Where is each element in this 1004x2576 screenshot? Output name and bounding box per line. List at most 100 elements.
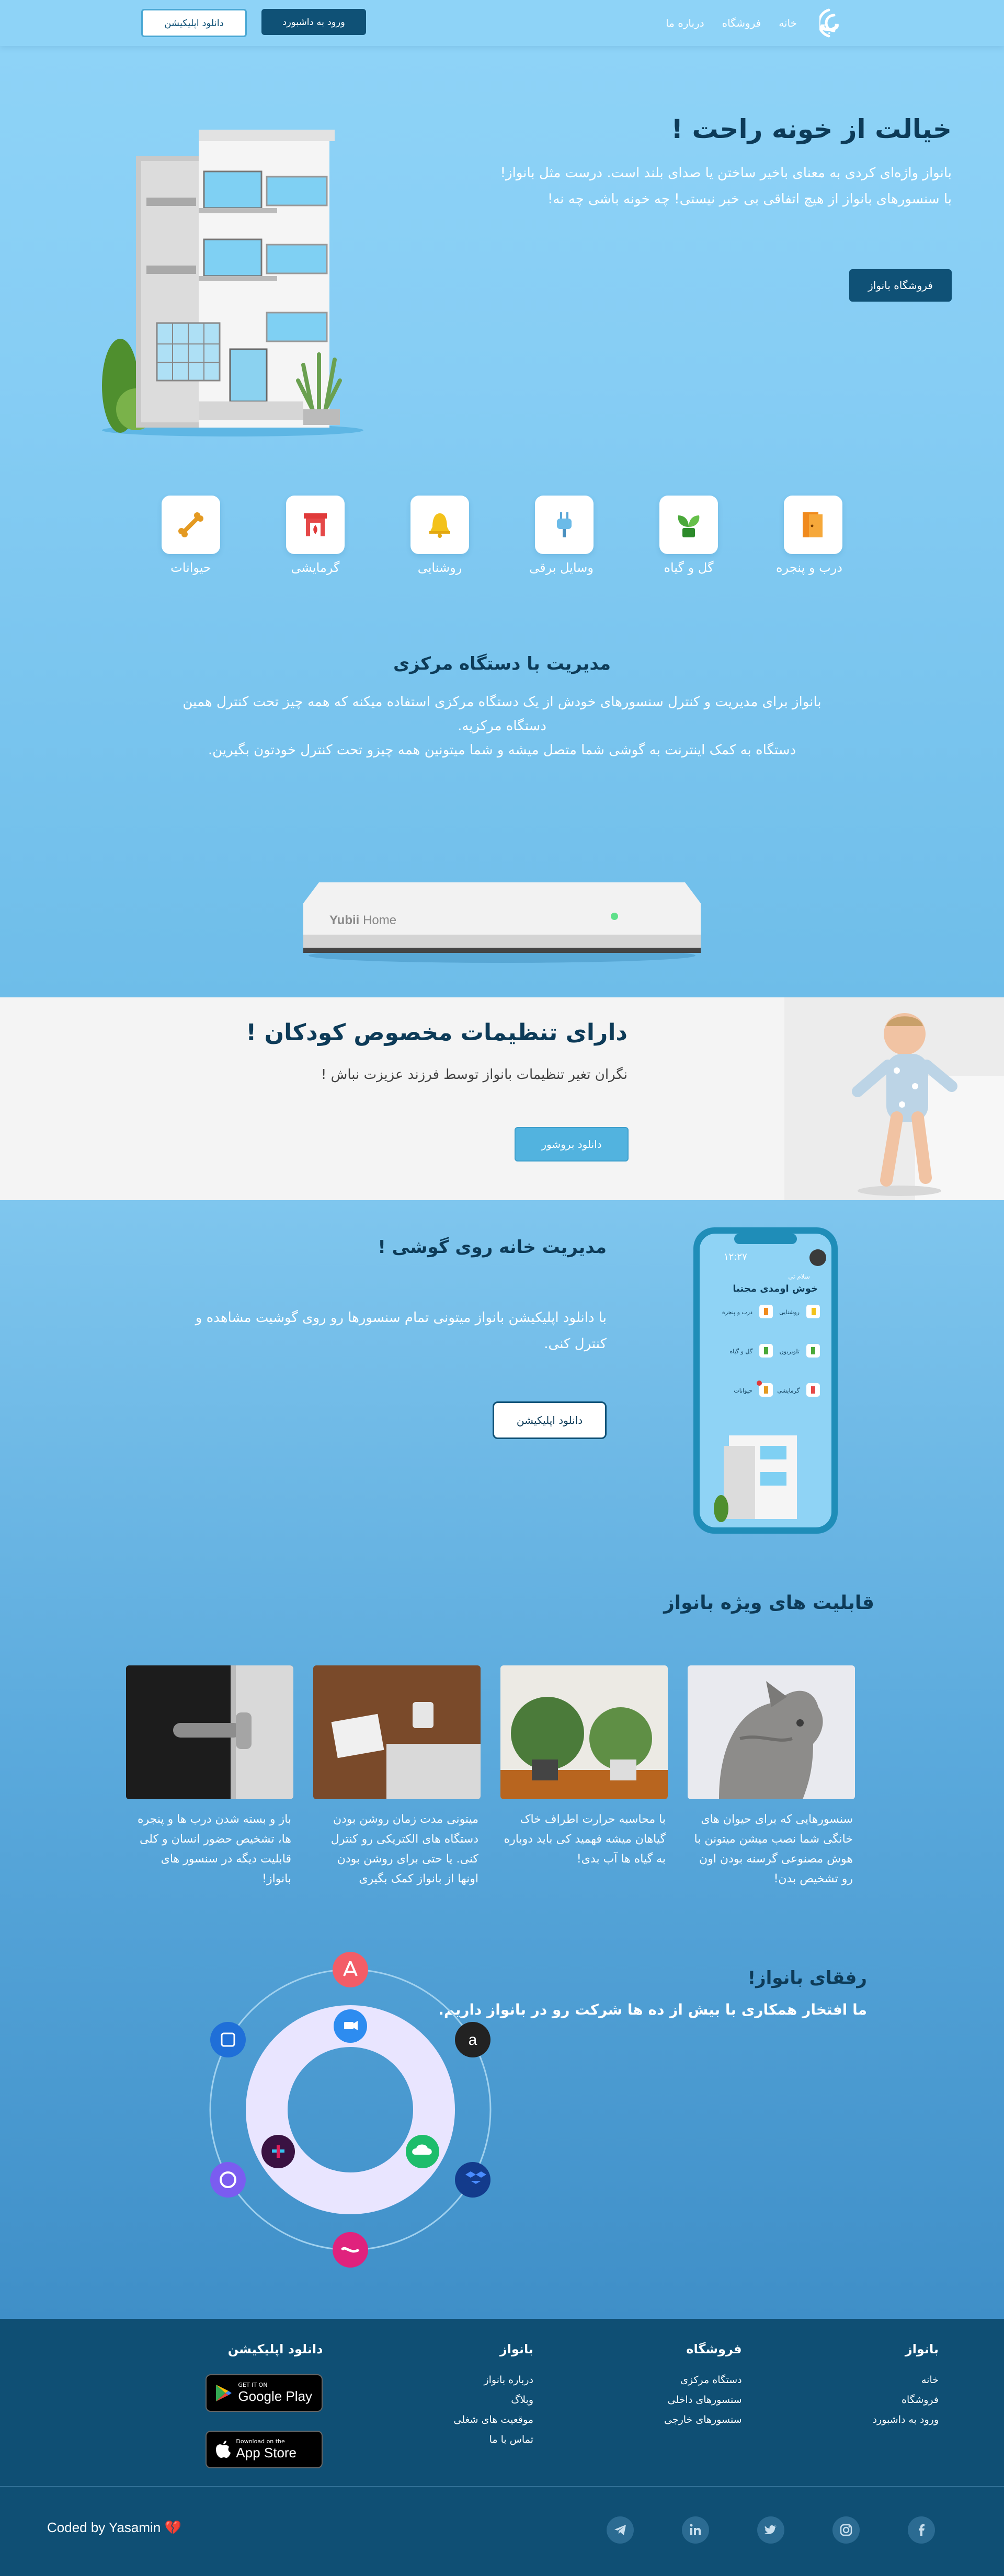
intercom-icon[interactable]	[210, 2022, 246, 2057]
kids-section: دارای تنظیمات مخصوص کودکان ! نگران تغیر …	[0, 997, 1004, 1200]
bell-lamp-icon	[429, 513, 450, 538]
feature-cards: سنسورهایی که برای حیوان های خانگی شما نص…	[126, 1665, 855, 1889]
lastfm-icon[interactable]	[333, 2232, 368, 2268]
footer-link-blog[interactable]: وبلاگ	[453, 2394, 533, 2406]
nav-right: ب خانه فروشگاه درباره ما	[666, 2, 863, 44]
kids-desc: نگران تغیر تنظیمات بانواز توسط فرزند عزی…	[321, 1067, 628, 1083]
door-handle-photo	[126, 1665, 293, 1799]
central-hub-device: Yubii Home	[303, 882, 701, 963]
top-section: خیالت از خونه راحت ! بانواز واژه‌ای کردی…	[0, 46, 1004, 997]
feature-text: باز و بسته شدن درب ها و پنجره ها، تشخیص …	[137, 1813, 291, 1885]
nav-link-home[interactable]: خانه	[779, 17, 797, 29]
instagram-icon[interactable]	[832, 2516, 860, 2544]
bone-icon	[178, 512, 203, 537]
footer-link-dashboard[interactable]: ورود به داشبورد	[873, 2414, 939, 2425]
svg-text:Yubii Ho: Yubii Home	[329, 913, 396, 927]
twitter-icon[interactable]	[757, 2516, 784, 2544]
footer-col-title: بانواز	[499, 2342, 533, 2356]
house-illustration	[102, 130, 363, 436]
social-links	[607, 2516, 935, 2544]
app-store-badge[interactable]: Download on the App Store	[206, 2431, 323, 2468]
footer-divider	[0, 2486, 1004, 2487]
partners-orbit: a	[209, 1952, 492, 2268]
hero-title: خیالت از خونه راحت !	[671, 114, 952, 144]
footer-link-jobs[interactable]: موقعیت های شغلی	[453, 2414, 533, 2425]
partners-section: رفقای بانواز! ما افتخار همکاری با بیش از…	[0, 1942, 1004, 2319]
badge-big-text: Google Play	[238, 2388, 313, 2404]
google-play-badge[interactable]: GET IT ON Google Play	[206, 2374, 323, 2412]
central-desc-line1: بانواز برای مدیریت و کنترل سنسورهای خودش…	[182, 694, 822, 710]
amazon-icon[interactable]: a	[455, 2022, 490, 2057]
mobile-app-section: مدیریت خانه روی گوشی ! با دانلود اپلیکیش…	[0, 1200, 1004, 1566]
footer-col-title: بانواز	[905, 2342, 939, 2356]
category-plant[interactable]: گل و گیاه	[659, 496, 718, 600]
feature-card-electric: میتونی مدت زمان روشن بودن دستگاه های الک…	[313, 1665, 481, 1889]
top-navbar: ب خانه فروشگاه درباره ما ورود به داشبورد…	[0, 0, 1004, 46]
feature-text: میتونی مدت زمان روشن بودن دستگاه های الک…	[330, 1813, 478, 1885]
partners-desc: ما افتخار همکاری با بیش از ده ها شرکت رو…	[438, 2001, 867, 2018]
svg-text:خوش اومدی مجتبا: خوش اومدی مجتبا	[733, 1283, 818, 1294]
svg-text:۱۲:۲۷: ۱۲:۲۷	[724, 1251, 747, 1262]
shop-button[interactable]: فروشگاه بانواز	[849, 269, 952, 302]
mobile-text: مدیریت خانه روی گوشی ! با دانلود اپلیکیش…	[136, 1237, 607, 1357]
svg-text:گرمایشی: گرمایشی	[777, 1387, 800, 1394]
footer-link-central-device[interactable]: دستگاه مرکزی	[664, 2374, 741, 2386]
category-door-window[interactable]: درب و پنجره	[776, 496, 842, 600]
phone-mockup: ۱۲:۲۷ سلام تی خوش اومدی مجتبا روشنایی در…	[693, 1227, 838, 1534]
features-title: قابلیت های ویژه بانواز	[664, 1592, 874, 1614]
hero-desc-line2: با سنسورهای بانواز از هیچ اتفاقی بی خبر …	[547, 191, 952, 207]
logo-icon: ب	[819, 8, 840, 38]
category-pets[interactable]: حیوانات	[162, 496, 220, 600]
slack-icon[interactable]	[261, 2135, 295, 2168]
nav-link-about[interactable]: درباره ما	[666, 17, 704, 29]
facebook-icon[interactable]	[908, 2516, 935, 2544]
category-electric[interactable]: وسایل برقی	[529, 496, 594, 600]
linkedin-icon[interactable]	[682, 2516, 709, 2544]
mobile-desc-line1: با دانلود اپلیکیشن بانواز میتونی تمام سن…	[195, 1310, 607, 1326]
footer-col-download: دانلود اپلیکیشن GET IT ON Google Play Do…	[206, 2342, 323, 2487]
feature-card-plants: با محاسبه حرارت اطراف خاک گیاهان میشه فه…	[500, 1665, 668, 1889]
category-label: گل و گیاه	[664, 560, 714, 575]
central-device-section: مدیریت با دستگاه مرکزی بانواز برای مدیری…	[0, 600, 1004, 997]
category-label: حیوانات	[170, 560, 211, 575]
apple-icon	[216, 2441, 231, 2458]
kids-text: دارای تنظیمات مخصوص کودکان ! نگران تغیر …	[209, 1019, 628, 1083]
category-label: وسایل برقی	[529, 560, 594, 575]
video-icon[interactable]	[334, 2009, 367, 2043]
footer-link-home[interactable]: خانه	[873, 2374, 939, 2386]
footer-columns: بانواز خانه فروشگاه ورود به داشبورد فروش…	[206, 2342, 939, 2487]
svg-text:حیوانات: حیوانات	[734, 1387, 752, 1394]
feature-text: با محاسبه حرارت اطراف خاک گیاهان میشه فه…	[504, 1813, 666, 1866]
hero-desc-line1: بانواز واژه‌ای کردی به معنای باخیر ساختن…	[500, 165, 952, 181]
download-app-button[interactable]: دانلود اپلیکیشن	[493, 1401, 607, 1439]
footer-link-about[interactable]: درباره بانواز	[453, 2374, 533, 2386]
badge-small-text: Download on the	[236, 2438, 285, 2445]
footer-link-outdoor-sensors[interactable]: سنسورهای خارجی	[664, 2414, 742, 2425]
footer-col-shop: فروشگاه دستگاه مرکزی سنسورهای داخلی سنسو…	[664, 2342, 742, 2487]
nav-links: خانه فروشگاه درباره ما	[666, 17, 797, 29]
footer-link-shop[interactable]: فروشگاه	[873, 2394, 939, 2406]
plants-photo	[500, 1665, 668, 1799]
site-footer: بانواز خانه فروشگاه ورود به داشبورد فروش…	[0, 2319, 1004, 2576]
central-desc-line2: دستگاه مرکزیه.	[458, 718, 546, 734]
airbnb-icon[interactable]	[333, 1952, 368, 1987]
svg-text:روشنایی: روشنایی	[779, 1309, 800, 1316]
credit-text: Coded by Yasamin 💔	[47, 2520, 181, 2535]
download-app-nav-button[interactable]: دانلود اپلیکیشن	[141, 9, 247, 37]
feature-card-door: باز و بسته شدن درب ها و پنجره ها، تشخیص …	[126, 1665, 293, 1889]
download-brochure-button[interactable]: دانلود بروشور	[515, 1127, 629, 1162]
category-heating[interactable]: گرمایشی	[286, 496, 345, 600]
badge-small-text: GET IT ON	[238, 2382, 268, 2388]
footer-link-indoor-sensors[interactable]: سنسورهای داخلی	[664, 2394, 742, 2406]
banavaz-logo[interactable]: ب	[818, 2, 863, 44]
svg-text:درب و پنجره: درب و پنجره	[722, 1309, 752, 1316]
badge-big-text: App Store	[236, 2445, 297, 2460]
category-lighting[interactable]: روشنایی	[410, 496, 469, 600]
nav-link-shop[interactable]: فروشگاه	[722, 17, 761, 29]
dashboard-login-button[interactable]: ورود به داشبورد	[261, 9, 366, 35]
partners-text: رفقای بانواز! ما افتخار همکاری با بیش از…	[438, 1968, 867, 2018]
dropbox-icon[interactable]	[455, 2162, 490, 2198]
cloud-upload-icon[interactable]	[406, 2135, 439, 2168]
telegram-icon[interactable]	[607, 2516, 634, 2544]
grammarly-icon[interactable]	[210, 2162, 246, 2198]
